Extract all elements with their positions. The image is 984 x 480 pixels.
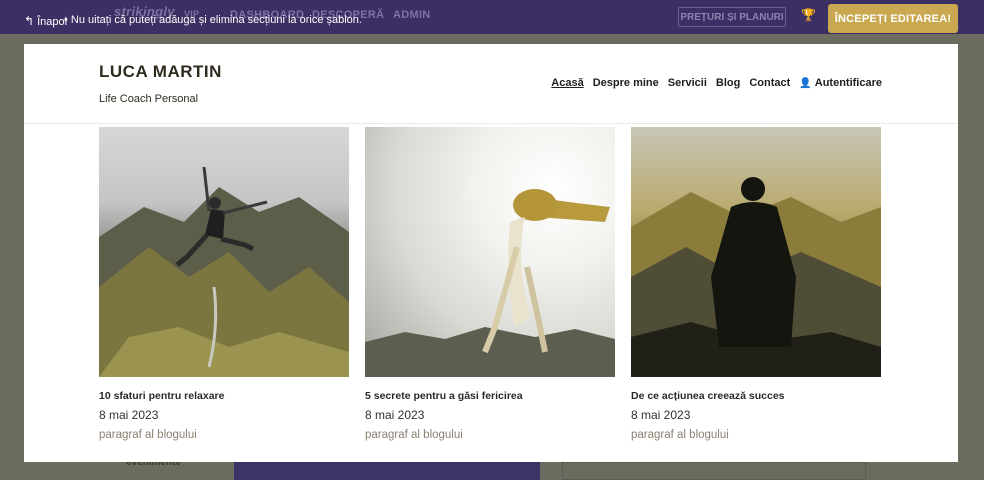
login-label: Autentificare: [814, 77, 882, 89]
nav-item-about[interactable]: Despre mine: [593, 77, 659, 89]
mountain-jump-illustration: [99, 166, 349, 377]
start-editing-button[interactable]: ÎNCEPEȚI EDITAREA!: [828, 4, 958, 33]
nav-item-home[interactable]: Acasă: [551, 77, 583, 89]
blog-excerpt: paragraf al blogului: [631, 429, 729, 441]
blog-card[interactable]: 10 sfaturi pentru relaxare 8 mai 2023 pa…: [99, 127, 349, 441]
blog-card[interactable]: 5 secrete pentru a găsi fericirea 8 mai …: [365, 127, 615, 441]
back-label: Înapoi: [37, 16, 68, 28]
back-link[interactable]: ↰ Înapoi: [24, 14, 67, 28]
site-header: LUCA MARTIN Life Coach Personal Acasă De…: [24, 44, 958, 124]
nav-item-blog[interactable]: Blog: [716, 77, 740, 89]
nav-admin[interactable]: ADMIN: [393, 9, 431, 21]
summit-man-illustration: [631, 177, 881, 377]
blog-date: 8 mai 2023: [631, 408, 691, 422]
nav-item-login[interactable]: 👤 Autentificare: [799, 77, 882, 89]
blog-image-jumping-mountains[interactable]: [99, 127, 349, 377]
site-nav: Acasă Despre mine Servicii Blog Contact …: [551, 77, 882, 89]
background-footer-block: [234, 462, 540, 480]
sunset-woman-illustration: [365, 189, 615, 377]
editor-top-bar: ↰ Înapoi strikingly VIP DASHBOARD DESCOPE…: [0, 0, 984, 34]
trophy-icon[interactable]: 🏆: [801, 8, 816, 22]
blog-excerpt: paragraf al blogului: [99, 429, 197, 441]
template-preview-panel: LUCA MARTIN Life Coach Personal Acasă De…: [24, 44, 958, 462]
back-arrow-icon: ↰: [24, 14, 35, 28]
blog-title[interactable]: 10 sfaturi pentru relaxare: [99, 390, 349, 402]
blog-title[interactable]: 5 secrete pentru a găsi fericirea: [365, 390, 615, 402]
nav-item-services[interactable]: Servicii: [668, 77, 707, 89]
site-title[interactable]: LUCA MARTIN: [99, 62, 222, 82]
user-icon: 👤: [799, 78, 812, 89]
blog-image-sunset-woman[interactable]: [365, 127, 615, 377]
background-dotted-block: [562, 462, 866, 480]
blog-date: 8 mai 2023: [99, 408, 159, 422]
blog-excerpt: paragraf al blogului: [365, 429, 463, 441]
tip-message: • Nu uitați că puteți adăuga și elimina …: [64, 14, 362, 26]
nav-item-contact[interactable]: Contact: [749, 77, 790, 89]
blog-date: 8 mai 2023: [365, 408, 425, 422]
site-tagline: Life Coach Personal: [99, 93, 199, 105]
blog-image-man-summit[interactable]: [631, 127, 881, 377]
pricing-button[interactable]: PREȚURI ȘI PLANURI: [678, 7, 786, 27]
blog-title[interactable]: De ce acțiunea creează succes: [631, 390, 881, 402]
blog-card[interactable]: De ce acțiunea creează succes 8 mai 2023…: [631, 127, 881, 441]
